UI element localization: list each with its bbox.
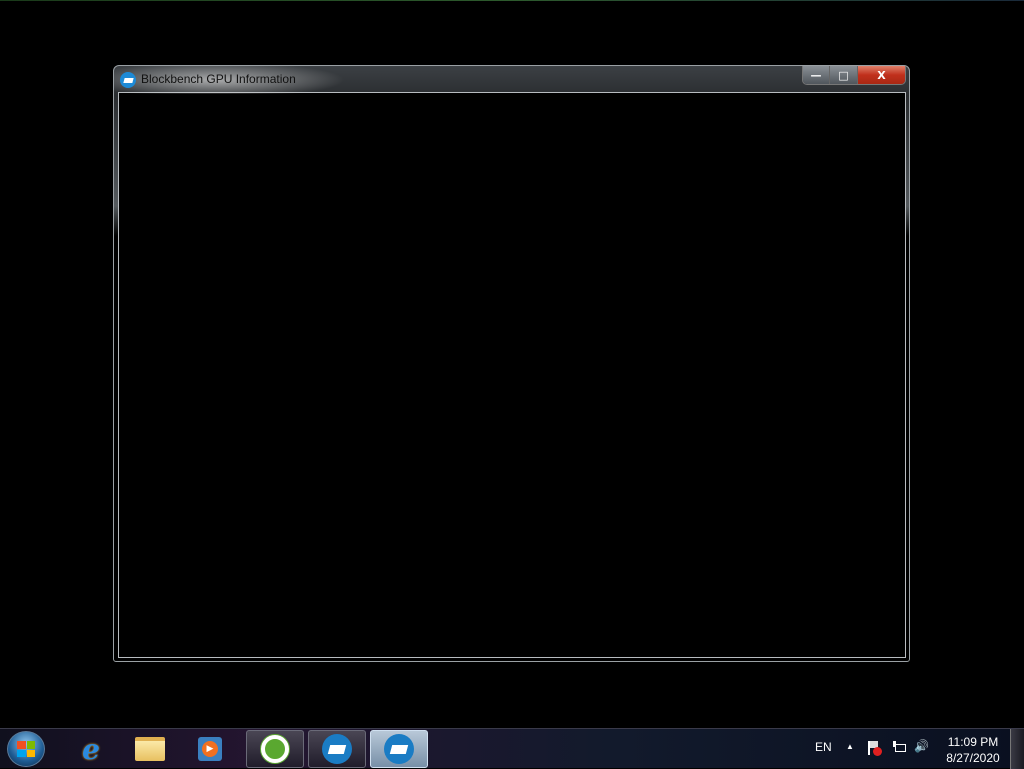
blockbench-icon xyxy=(384,734,414,764)
start-button[interactable] xyxy=(7,731,45,767)
ccleaner-icon xyxy=(261,735,289,763)
language-indicator[interactable]: EN xyxy=(815,740,832,754)
internet-explorer-icon: e xyxy=(82,732,100,766)
clock[interactable]: 11:09 PM 8/27/2020 xyxy=(940,734,1006,766)
maximize-button[interactable]: □ xyxy=(830,66,858,84)
taskbar-ccleaner[interactable] xyxy=(246,730,304,768)
media-player-icon: ▶ xyxy=(198,737,222,761)
taskbar: e ▶ EN ▲ 🔊 11:09 PM 8/27/2020 xyxy=(0,728,1024,769)
clock-date: 8/27/2020 xyxy=(946,751,1000,765)
media-player-pin[interactable]: ▶ xyxy=(193,732,227,766)
close-button[interactable]: X xyxy=(858,66,905,84)
internet-explorer-pin[interactable]: e xyxy=(74,732,108,766)
blockbench-app-icon xyxy=(120,72,136,88)
gpu-info-window: Blockbench GPU Information — □ X xyxy=(113,65,910,662)
show-hidden-icons-button[interactable]: ▲ xyxy=(846,742,854,751)
taskbar-blockbench[interactable] xyxy=(308,730,366,768)
window-title: Blockbench GPU Information xyxy=(141,72,296,86)
action-center-flag-icon[interactable] xyxy=(867,740,882,756)
windows-explorer-pin[interactable] xyxy=(133,732,167,766)
caption-buttons: — □ X xyxy=(802,66,906,85)
network-icon[interactable] xyxy=(892,741,906,755)
window-client-area xyxy=(118,92,906,658)
show-desktop-button[interactable] xyxy=(1010,729,1024,769)
folder-icon xyxy=(135,737,165,761)
blockbench-icon xyxy=(322,734,352,764)
volume-icon[interactable]: 🔊 xyxy=(914,739,929,753)
desktop-top-edge xyxy=(0,0,1024,1)
minimize-button[interactable]: — xyxy=(803,66,830,84)
windows-logo-icon xyxy=(17,741,35,757)
clock-time: 11:09 PM xyxy=(947,735,999,749)
taskbar-blockbench-gpu-info[interactable] xyxy=(370,730,428,768)
